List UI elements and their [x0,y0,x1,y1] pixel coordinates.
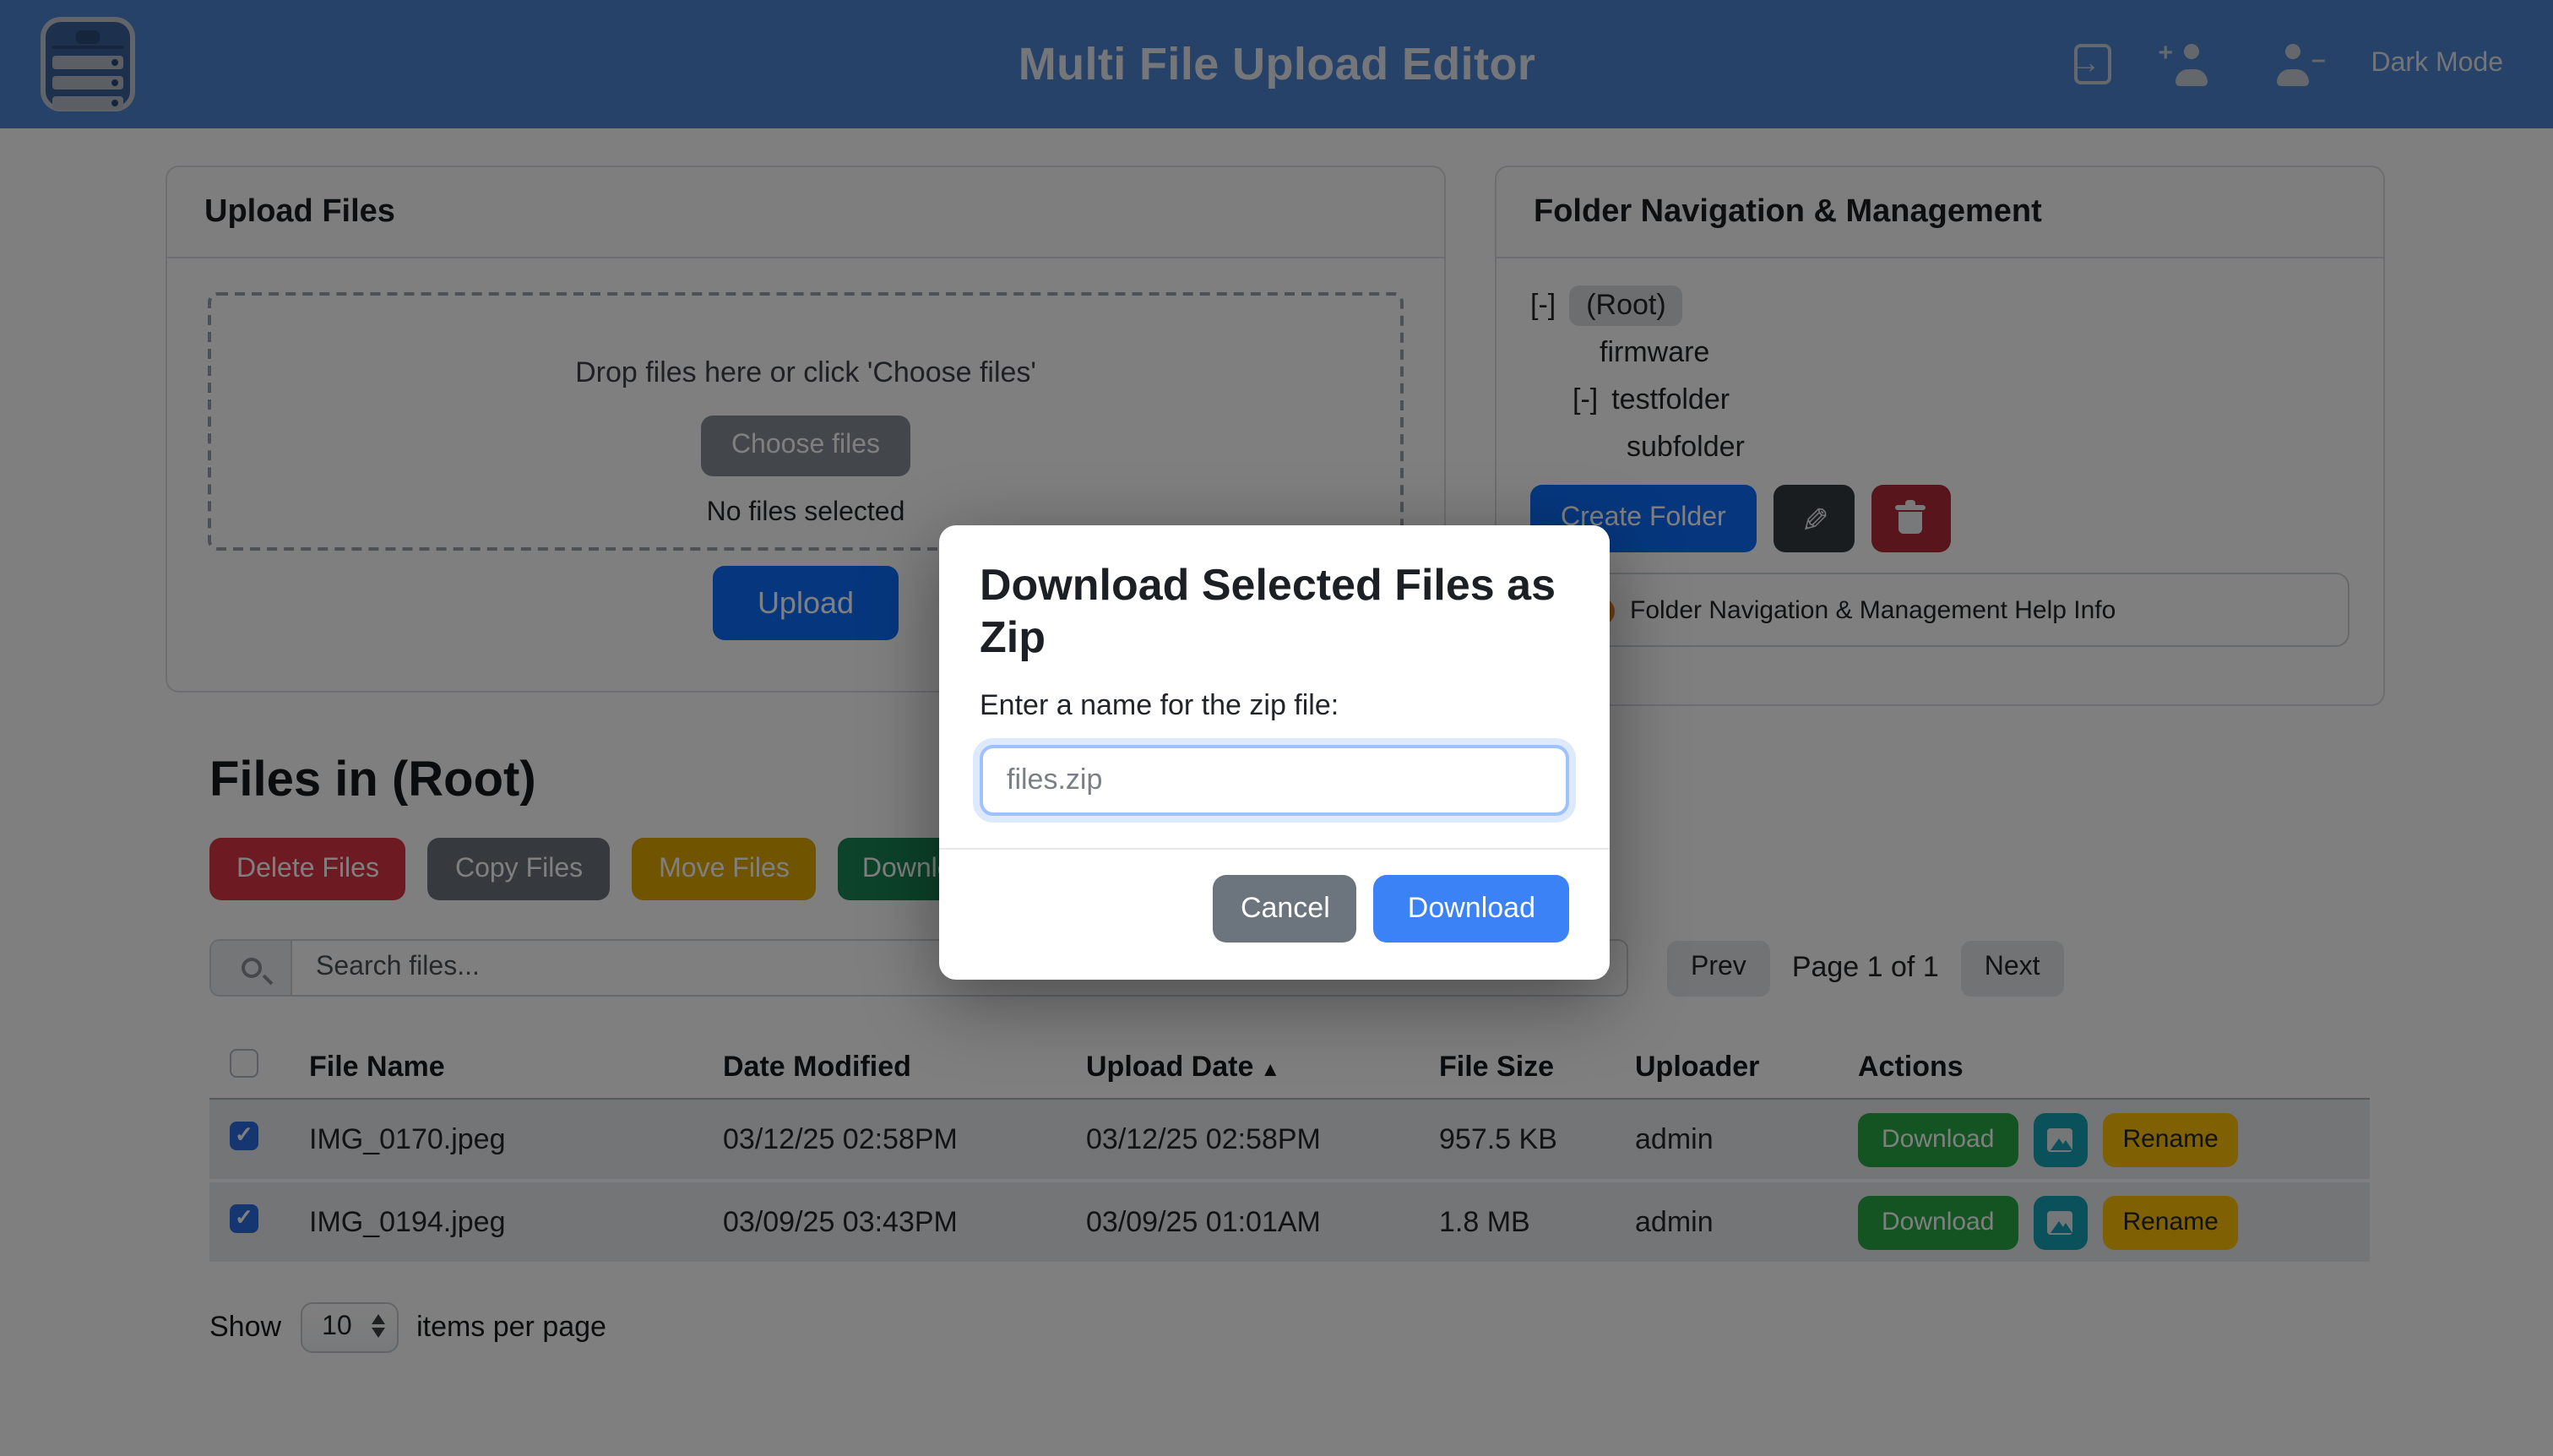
screenshot-viewport: Multi File Upload Editor + – Dark Mode U… [0,0,2553,1456]
zip-name-label: Enter a name for the zip file: [980,689,1569,723]
modal-download-button[interactable]: Download [1374,875,1569,943]
cancel-button[interactable]: Cancel [1214,875,1357,943]
multi-file-upload-editor-app: Multi File Upload Editor + – Dark Mode U… [0,0,2553,1456]
download-zip-modal: Download Selected Files as Zip Enter a n… [939,525,1610,980]
modal-divider [939,848,1610,850]
zip-name-input[interactable] [980,745,1569,816]
modal-title: Download Selected Files as Zip [980,559,1569,664]
